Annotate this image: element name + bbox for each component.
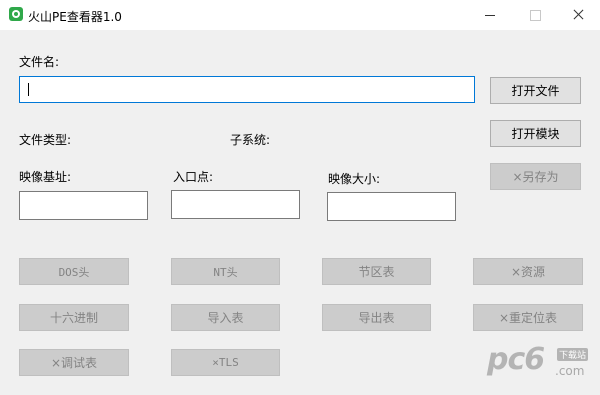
- open-module-button[interactable]: 打开模块: [490, 120, 581, 147]
- resource-button[interactable]: ×资源: [473, 258, 583, 285]
- imagesize-field[interactable]: [327, 192, 456, 221]
- dos-header-button[interactable]: DOS头: [19, 258, 129, 285]
- filetype-label: 文件类型:: [19, 133, 72, 147]
- minimize-button[interactable]: [468, 0, 512, 30]
- text-caret: [28, 83, 29, 96]
- save-as-button[interactable]: ×另存为: [490, 163, 581, 190]
- import-table-button[interactable]: 导入表: [171, 304, 280, 331]
- hex-button[interactable]: 十六进制: [19, 304, 129, 331]
- title-bar: 火山PE查看器1.0: [0, 0, 600, 30]
- watermark-main: pc6: [487, 342, 545, 377]
- open-file-button[interactable]: 打开文件: [490, 77, 581, 104]
- filename-label: 文件名:: [19, 55, 60, 69]
- export-table-button[interactable]: 导出表: [322, 304, 431, 331]
- watermark-badge: 下载站: [557, 348, 589, 361]
- volcano-app-icon: [9, 7, 23, 21]
- entrypoint-label: 入口点:: [173, 170, 214, 184]
- close-button[interactable]: [556, 0, 600, 30]
- pc6-watermark-logo: pc6 下载站 .com: [483, 340, 595, 388]
- relocation-table-button[interactable]: ×重定位表: [473, 304, 583, 331]
- watermark-sub: .com: [555, 364, 585, 378]
- maximize-button: [513, 0, 557, 30]
- debug-table-button[interactable]: ×调试表: [19, 349, 129, 376]
- window-title: 火山PE查看器1.0: [28, 10, 122, 24]
- imagebase-label: 映像基址:: [19, 170, 72, 184]
- filename-input[interactable]: [19, 76, 475, 103]
- nt-header-button[interactable]: NT头: [171, 258, 280, 285]
- tls-button[interactable]: ×TLS: [171, 349, 280, 376]
- entrypoint-field[interactable]: [171, 190, 300, 219]
- imagebase-field[interactable]: [19, 191, 148, 220]
- section-table-button[interactable]: 节区表: [322, 258, 431, 285]
- imagesize-label: 映像大小:: [328, 172, 381, 186]
- subsystem-label: 子系统:: [230, 133, 271, 147]
